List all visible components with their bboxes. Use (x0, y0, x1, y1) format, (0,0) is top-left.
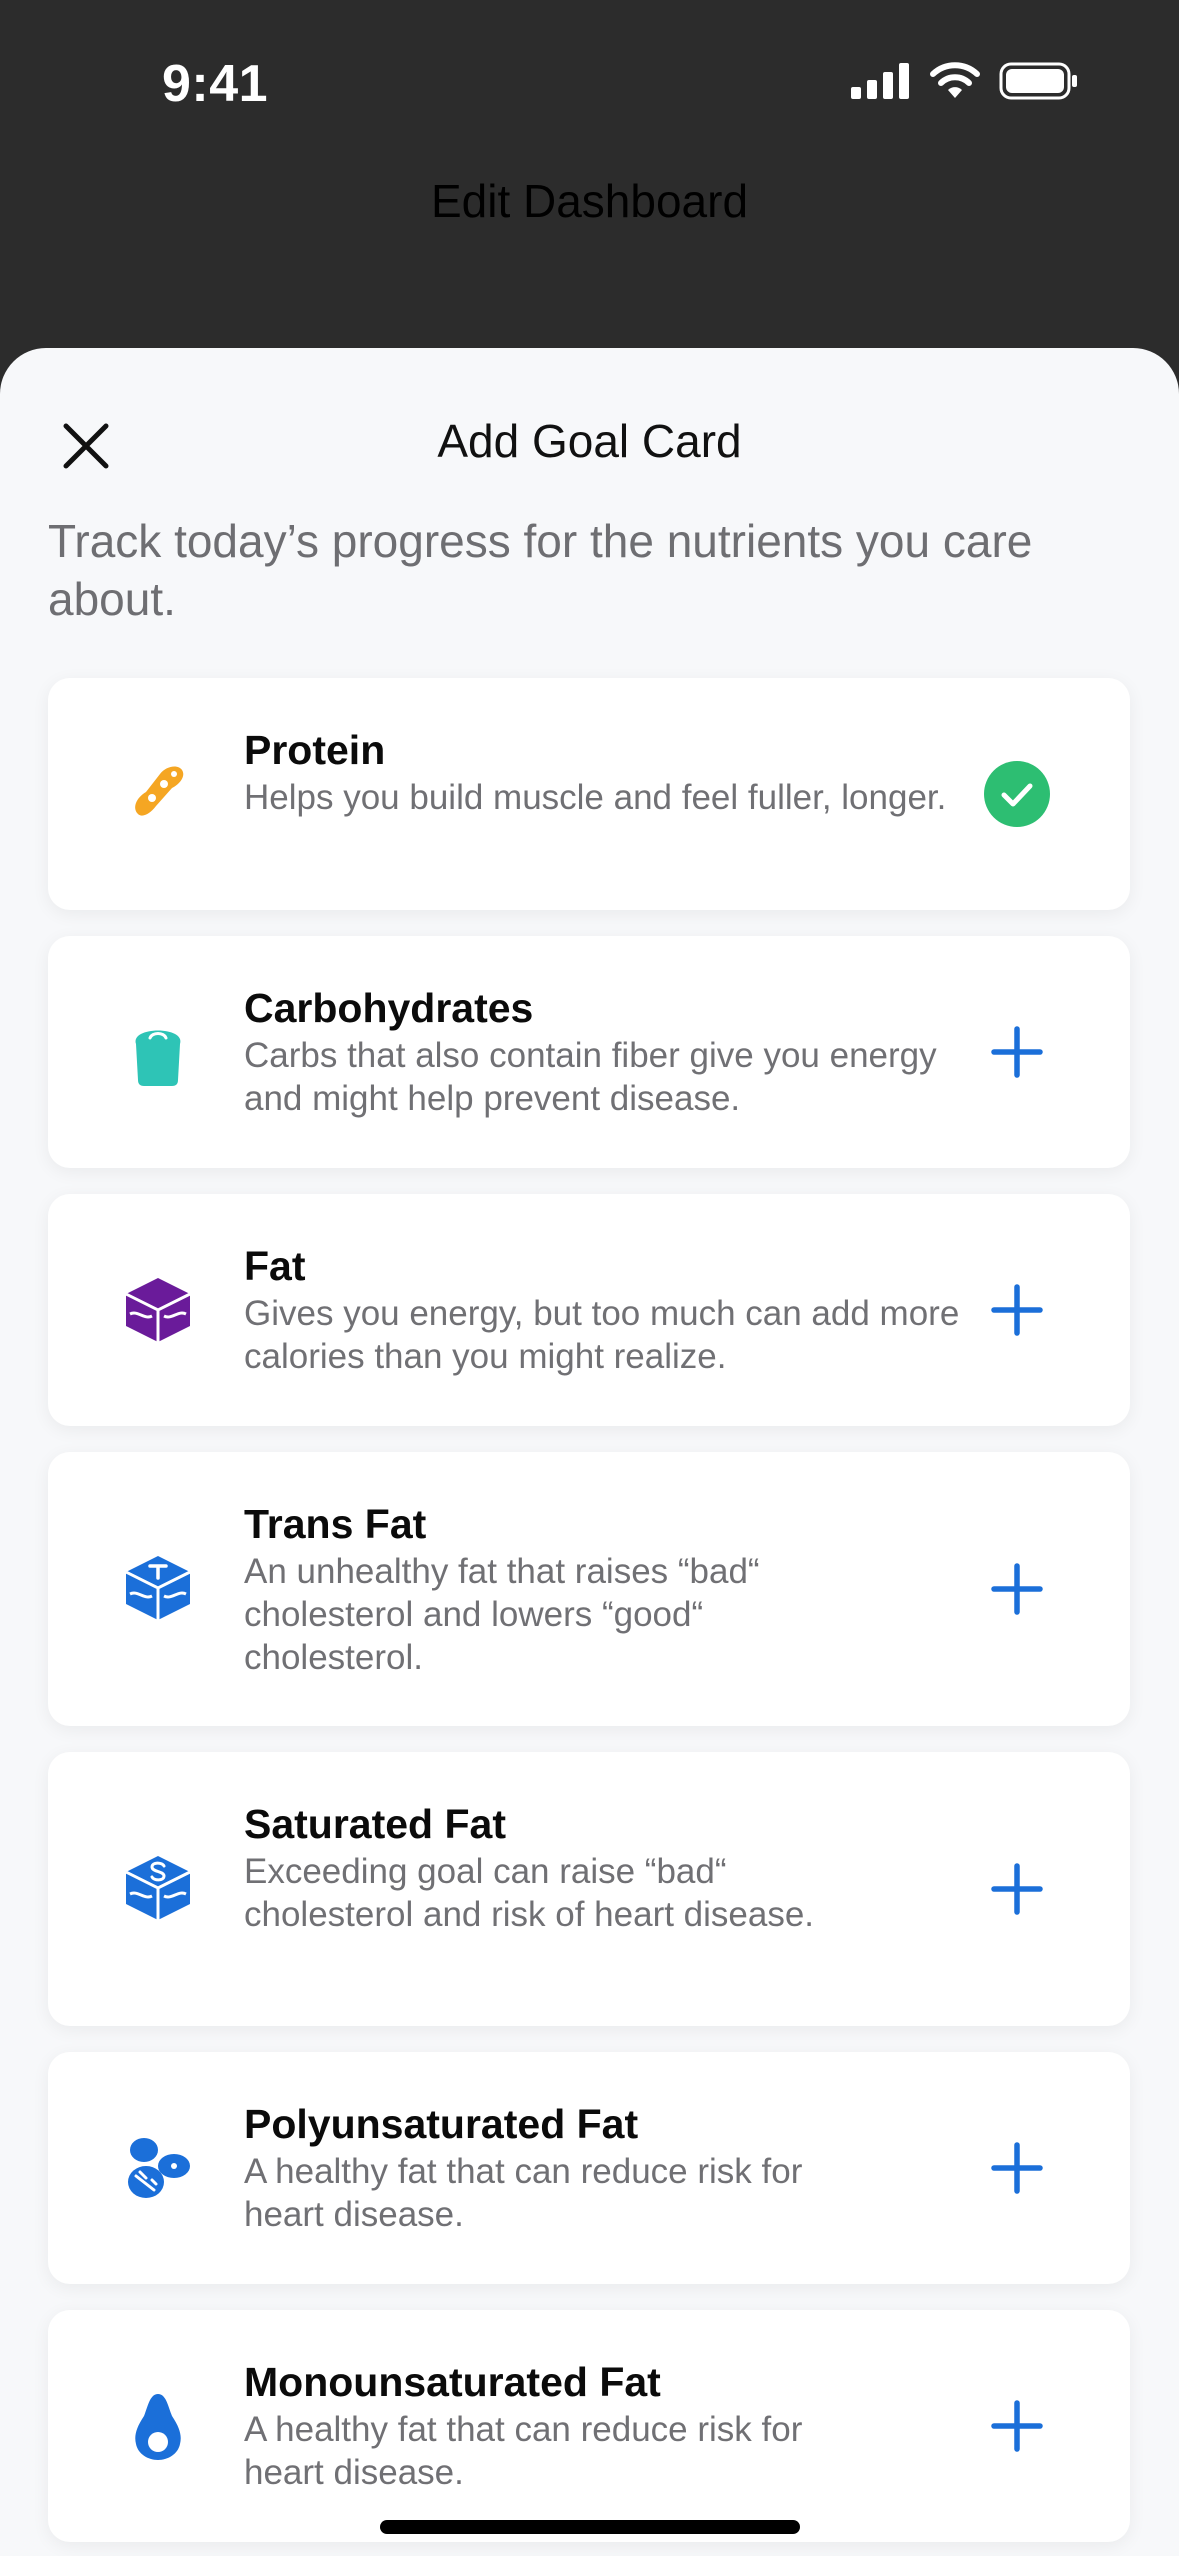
card-title: Trans Fat (244, 1501, 427, 1547)
fat-cube-icon (122, 1274, 194, 1346)
sheet-subtitle: Track today’s progress for the nutrients… (48, 515, 1033, 625)
card-text: Fat Gives you energy, but too much can a… (244, 1242, 964, 1378)
trans-fat-cube-icon (122, 1552, 194, 1624)
background-page-title: Edit Dashboard (430, 175, 749, 227)
plus-icon (991, 2142, 1043, 2194)
card-title: Saturated Fat (244, 1801, 506, 1847)
protein-icon (122, 754, 194, 826)
saturated-fat-cube-icon (122, 1852, 194, 1924)
card-title: Monounsaturated Fat (244, 2359, 661, 2405)
card-description: Exceeding goal can raise “bad“ cholester… (244, 1852, 815, 1934)
goal-card-carbohydrates[interactable]: Carbohydrates Carbs that also contain fi… (48, 936, 1130, 1168)
status-bar: 9:41 (0, 0, 1179, 170)
plus-icon (991, 1863, 1043, 1915)
add-button[interactable] (984, 1556, 1050, 1622)
card-text: Protein Helps you build muscle and feel … (244, 726, 964, 819)
goal-card-fat[interactable]: Fat Gives you energy, but too much can a… (48, 1194, 1130, 1426)
added-checkmark[interactable] (984, 761, 1050, 827)
card-title: Polyunsaturated Fat (244, 2101, 639, 2147)
status-time: 9:41 (162, 55, 269, 113)
card-description: An unhealthy fat that raises “bad“ chole… (244, 1552, 760, 1677)
plus-icon (991, 1026, 1043, 1078)
signal-icon (851, 63, 909, 99)
goal-card-polyunsaturated-fat[interactable]: Polyunsaturated Fat A healthy fat that c… (48, 2052, 1130, 2284)
add-button[interactable] (984, 2393, 1050, 2459)
add-button[interactable] (984, 1277, 1050, 1343)
avocado-icon (122, 2390, 194, 2462)
card-text: Trans Fat An unhealthy fat that raises “… (244, 1500, 964, 1679)
card-text: Saturated Fat Exceeding goal can raise “… (244, 1800, 964, 1936)
card-description: Carbs that also contain fiber give you e… (244, 1036, 937, 1118)
card-text: Polyunsaturated Fat A healthy fat that c… (244, 2100, 964, 2236)
goal-card-trans-fat[interactable]: Trans Fat An unhealthy fat that raises “… (48, 1452, 1130, 1726)
wifi-icon (930, 62, 980, 98)
card-title: Fat (244, 1243, 306, 1289)
goal-card-saturated-fat[interactable]: Saturated Fat Exceeding goal can raise “… (48, 1752, 1130, 2026)
card-text: Carbohydrates Carbs that also contain fi… (244, 984, 964, 1120)
card-title: Carbohydrates (244, 985, 534, 1031)
card-title: Protein (244, 727, 386, 773)
card-description: Gives you energy, but too much can add m… (244, 1294, 960, 1376)
bread-icon (122, 1016, 194, 1088)
add-button[interactable] (984, 1856, 1050, 1922)
goal-card-monounsaturated-fat[interactable]: Monounsaturated Fat A healthy fat that c… (48, 2310, 1130, 2542)
add-goal-card-sheet: Add Goal Card Track today’s progress for… (0, 348, 1179, 2556)
sheet-title: Add Goal Card (437, 415, 742, 467)
card-description: Helps you build muscle and feel fuller, … (244, 778, 947, 817)
status-icons (851, 62, 1079, 100)
goal-card-protein[interactable]: Protein Helps you build muscle and feel … (48, 678, 1130, 910)
add-button[interactable] (984, 2135, 1050, 2201)
check-circle-icon (984, 761, 1050, 827)
add-button[interactable] (984, 1019, 1050, 1085)
card-description: A healthy fat that can reduce risk for h… (244, 2410, 803, 2492)
home-indicator[interactable] (380, 2520, 800, 2534)
plus-icon (991, 2400, 1043, 2452)
plus-icon (991, 1563, 1043, 1615)
plus-icon (991, 1284, 1043, 1336)
card-description: A healthy fat that can reduce risk for h… (244, 2152, 803, 2234)
battery-icon (999, 62, 1077, 100)
nuts-icon (122, 2132, 194, 2204)
card-text: Monounsaturated Fat A healthy fat that c… (244, 2358, 964, 2494)
